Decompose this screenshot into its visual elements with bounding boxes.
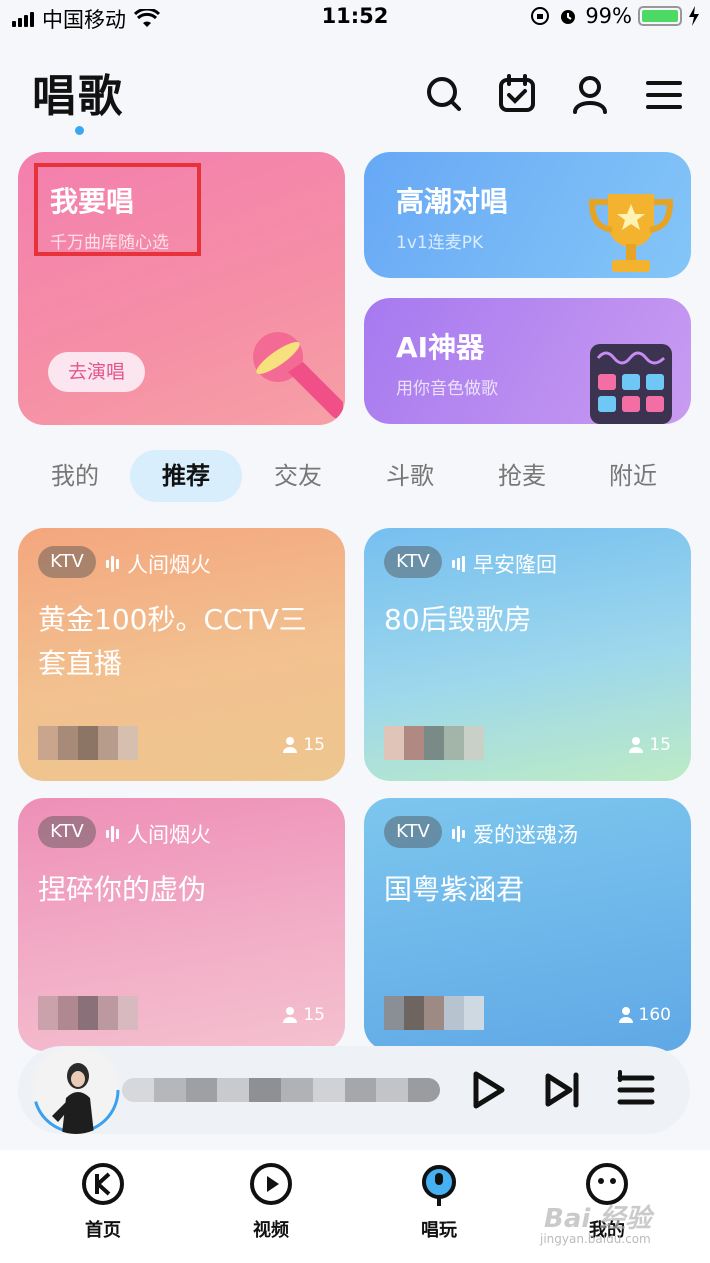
category-tabs: 我的 推荐 交友 斗歌 抢麦 附近 — [0, 450, 710, 502]
room-card[interactable]: KTV 人间烟火 捏碎你的虚伪 15 — [18, 798, 345, 1051]
search-icon[interactable] — [424, 72, 464, 116]
player-song-info — [122, 1078, 440, 1102]
k-logo-icon — [82, 1163, 124, 1205]
watermark-sub: jingyan.baidu.com — [540, 1232, 651, 1246]
tab-battle[interactable]: 斗歌 — [365, 450, 455, 502]
person-icon — [283, 737, 298, 753]
music-pad-icon — [590, 344, 672, 424]
go-sing-button[interactable]: 去演唱 — [48, 352, 145, 392]
page-title: 唱歌 — [32, 71, 124, 122]
rotation-lock-icon — [531, 7, 550, 25]
sound-wave-icon — [452, 555, 465, 573]
room-song: 爱的迷魂汤 — [452, 819, 578, 849]
person-icon — [629, 737, 644, 753]
room-member-count: 160 — [618, 1005, 671, 1025]
alarm-icon — [561, 10, 576, 24]
tab-mine[interactable]: 我的 — [30, 450, 120, 502]
trophy-icon — [588, 194, 674, 272]
charging-icon — [689, 6, 699, 26]
title-indicator-dot — [75, 126, 84, 135]
playlist-icon[interactable] — [614, 1068, 658, 1112]
battery-percent: 99% — [585, 4, 632, 28]
play-icon[interactable] — [466, 1068, 510, 1112]
room-avatars — [38, 726, 138, 760]
person-icon — [283, 1007, 298, 1023]
room-avatars — [38, 996, 138, 1030]
ktv-badge: KTV — [384, 546, 442, 578]
room-card[interactable]: KTV 人间烟火 黄金100秒。CCTV三套直播 15 — [18, 528, 345, 781]
room-song-name: 早安隆回 — [473, 553, 557, 577]
video-play-icon — [250, 1163, 292, 1205]
sound-wave-icon — [106, 825, 119, 843]
room-title: 捏碎你的虚伪 — [38, 873, 207, 906]
nav-video[interactable]: 视频 — [216, 1160, 326, 1242]
singer-photo — [32, 1046, 120, 1134]
watermark: Bai 经验 — [544, 1204, 652, 1234]
room-card[interactable]: KTV 爱的迷魂汤 国粤紫涵君 160 — [364, 798, 691, 1051]
room-song: 早安隆回 — [452, 549, 557, 579]
ktv-badge: KTV — [38, 546, 96, 578]
room-song: 人间烟火 — [106, 549, 211, 579]
room-title: 黄金100秒。CCTV三套直播 — [38, 603, 307, 680]
battery-icon — [638, 6, 682, 26]
ai-card[interactable]: AI神器 用你音色做歌 — [364, 298, 691, 424]
nav-home[interactable]: 首页 — [48, 1160, 158, 1242]
ktv-badge: KTV — [384, 816, 442, 848]
menu-icon[interactable] — [644, 72, 684, 116]
duet-card-title: 高潮对唱 — [396, 185, 509, 218]
tab-grab-mic[interactable]: 抢麦 — [477, 450, 567, 502]
room-card[interactable]: KTV 早安隆回 80后毁歌房 15 — [364, 528, 691, 781]
microphone-icon — [253, 332, 343, 422]
duet-card[interactable]: 高潮对唱 1v1连麦PK — [364, 152, 691, 278]
nav-sing-play[interactable]: 唱玩 — [384, 1160, 494, 1242]
tab-nearby[interactable]: 附近 — [588, 450, 678, 502]
room-song-name: 人间烟火 — [127, 553, 211, 577]
ktv-badge: KTV — [38, 816, 96, 848]
room-song-name: 人间烟火 — [127, 823, 211, 847]
room-title: 80后毁歌房 — [384, 603, 532, 636]
room-avatars — [384, 996, 484, 1030]
ai-card-title: AI神器 — [396, 331, 485, 364]
room-member-count: 15 — [283, 1005, 325, 1025]
duet-card-subtitle: 1v1连麦PK — [396, 233, 484, 253]
sound-wave-icon — [452, 825, 465, 843]
status-bar: 中国移动 11:52 99% — [0, 0, 710, 34]
ai-card-subtitle: 用你音色做歌 — [396, 379, 498, 399]
profile-icon[interactable] — [570, 72, 610, 116]
next-track-icon[interactable] — [540, 1068, 584, 1112]
microphone-nav-icon — [422, 1165, 456, 1206]
calendar-check-icon[interactable] — [497, 72, 537, 116]
room-song-name: 爱的迷魂汤 — [473, 823, 578, 847]
person-icon — [618, 1007, 633, 1023]
room-title: 国粤紫涵君 — [384, 873, 525, 906]
sound-wave-icon — [106, 555, 119, 573]
mini-player[interactable] — [18, 1046, 690, 1134]
highlight-box — [34, 163, 201, 256]
player-avatar[interactable] — [32, 1046, 120, 1134]
tab-recommend[interactable]: 推荐 — [130, 450, 242, 502]
room-song: 人间烟火 — [106, 819, 211, 849]
room-avatars — [384, 726, 484, 760]
tab-friends[interactable]: 交友 — [253, 450, 343, 502]
room-member-count: 15 — [629, 735, 671, 755]
room-member-count: 15 — [283, 735, 325, 755]
